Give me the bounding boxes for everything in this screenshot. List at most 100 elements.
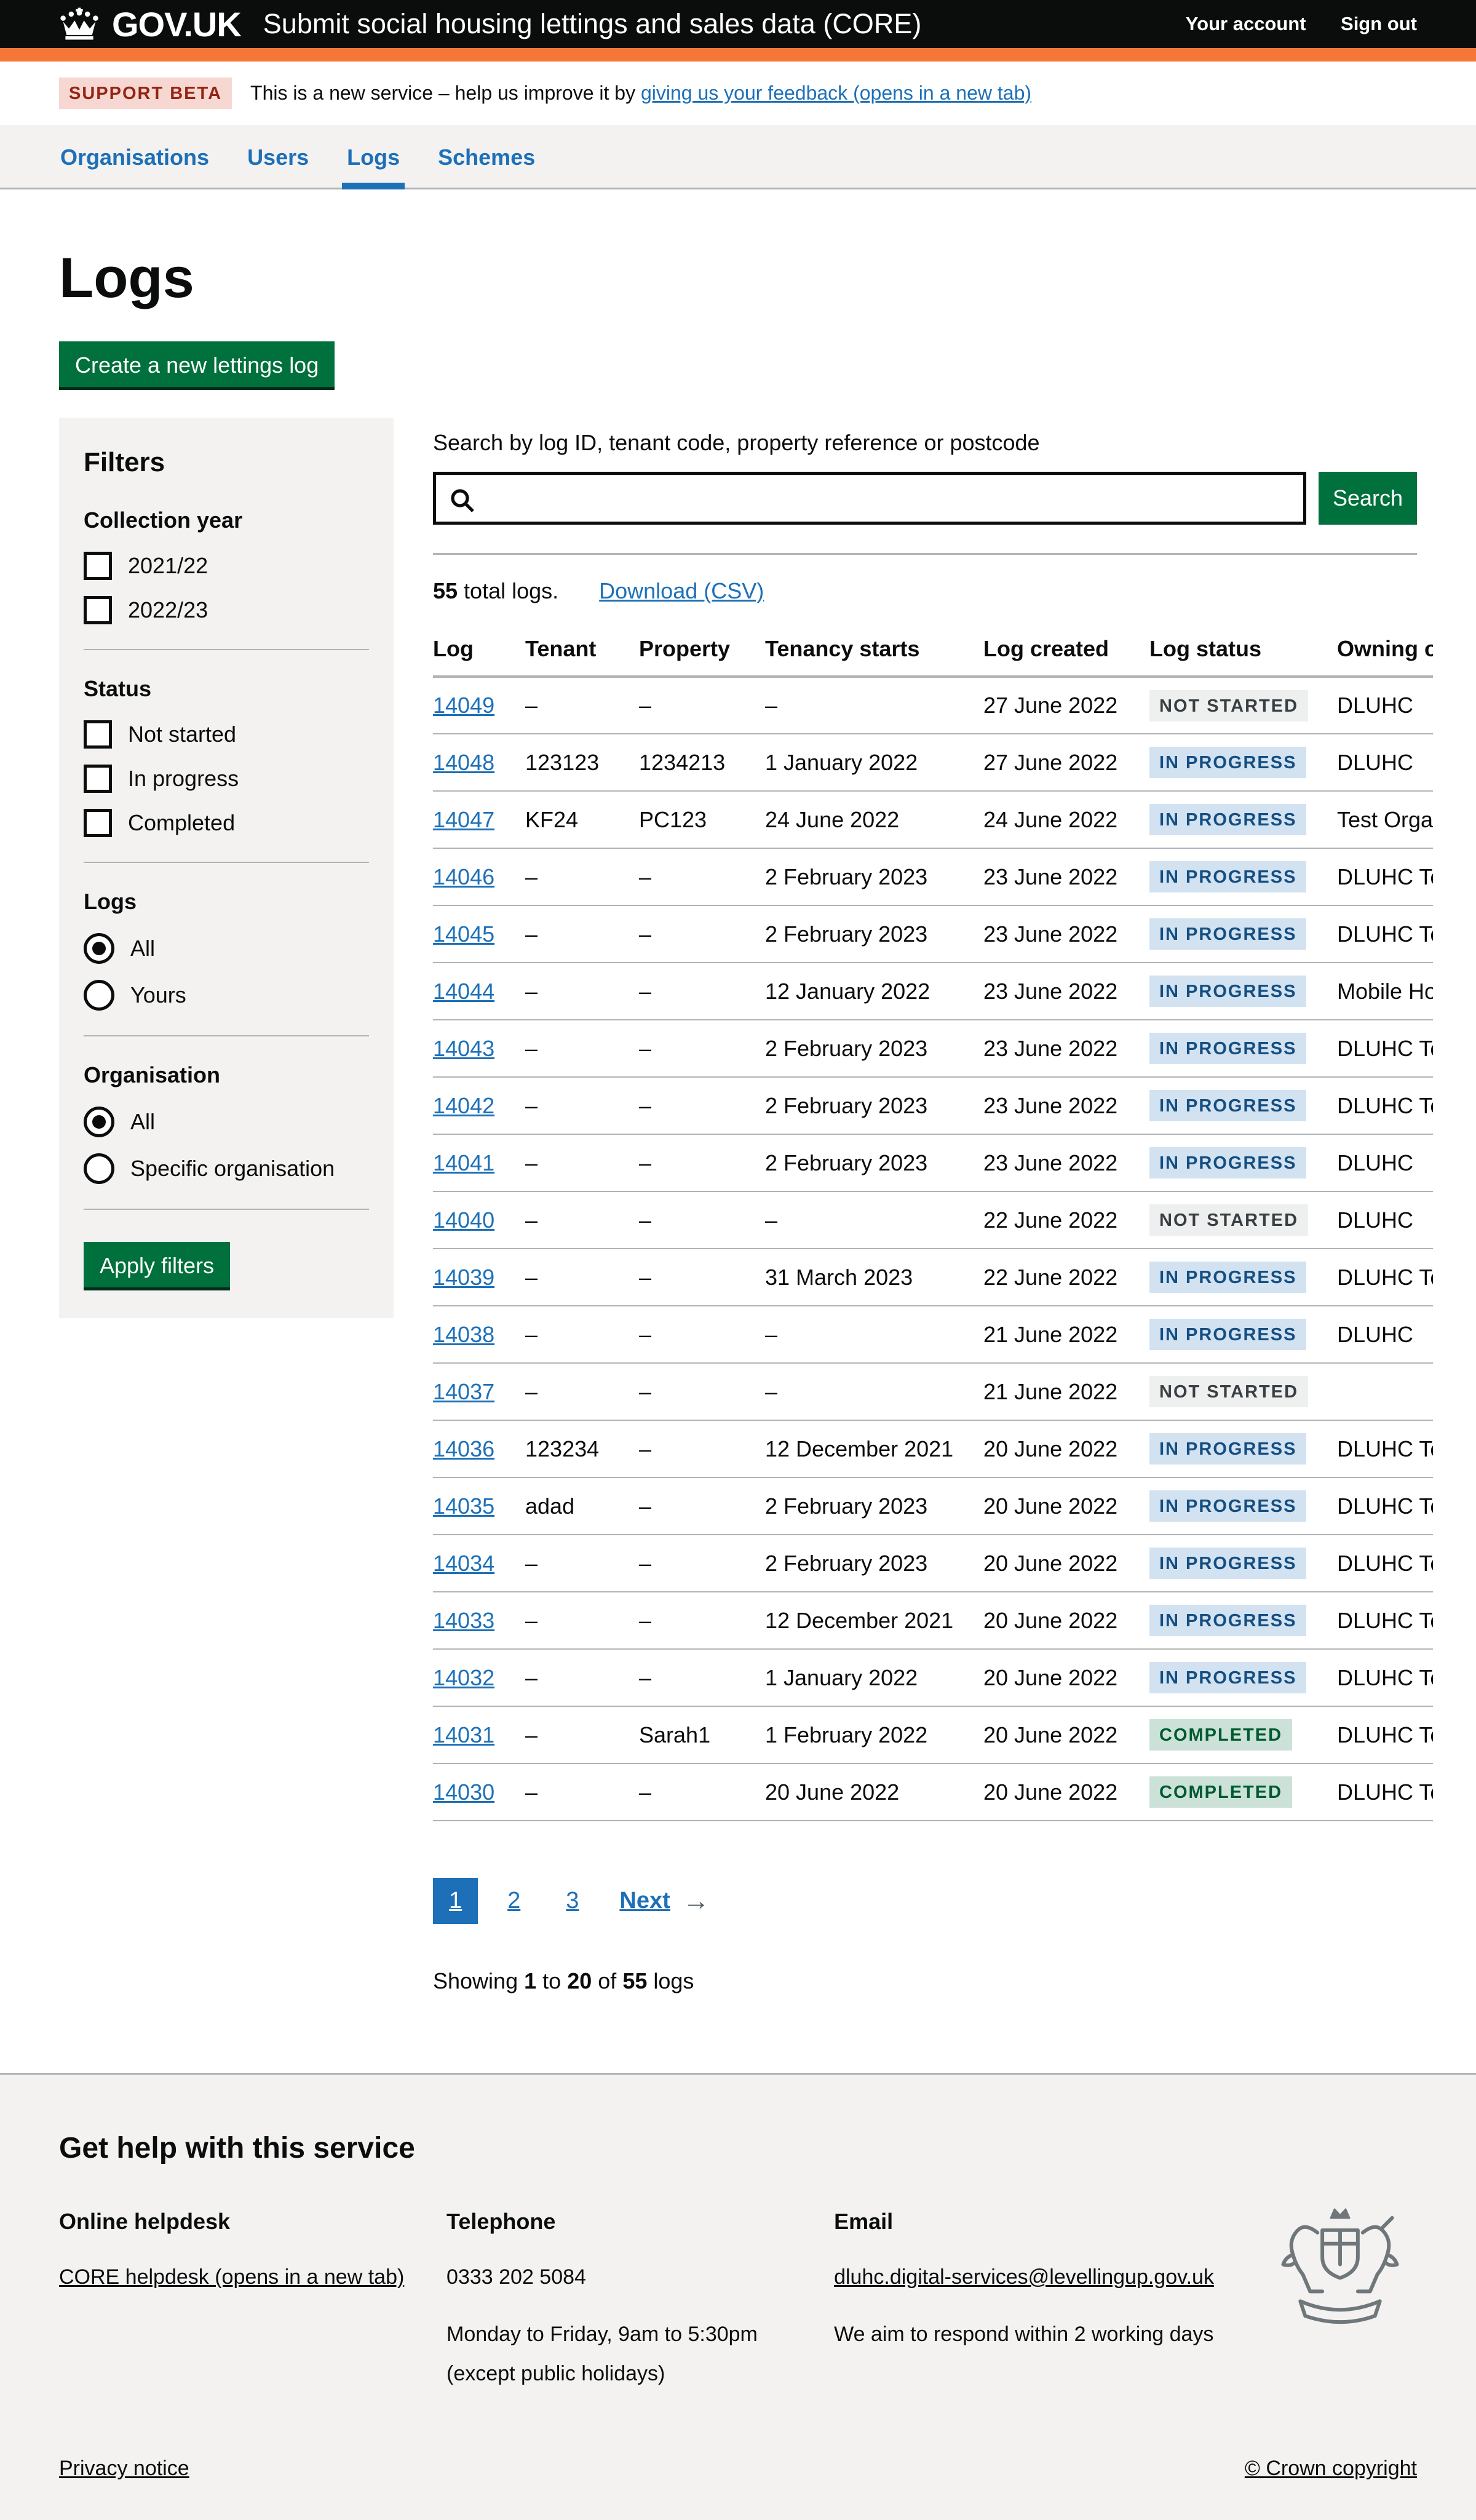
feedback-link[interactable]: giving us your feedback (opens in a new …: [641, 82, 1031, 104]
log-id-link[interactable]: 14048: [433, 750, 494, 775]
radio-label-specific-organisation[interactable]: Specific organisation: [130, 1156, 335, 1182]
radio-label-logs-yours[interactable]: Yours: [130, 982, 186, 1008]
log-id-link[interactable]: 14035: [433, 1493, 494, 1519]
crown-copyright-link[interactable]: © Crown copyright: [1245, 2457, 1417, 2481]
log-id-link[interactable]: 14044: [433, 979, 494, 1004]
log-id-link[interactable]: 14034: [433, 1551, 494, 1576]
status-badge: IN PROGRESS: [1149, 1319, 1306, 1350]
table-row: 14040 – – – 22 June 2022 NOT STARTED DLU…: [433, 1191, 1433, 1249]
pagination-next-link[interactable]: Next: [619, 1888, 670, 1914]
checkbox-label-in-progress[interactable]: In progress: [128, 766, 239, 792]
checkbox-label-completed[interactable]: Completed: [128, 810, 235, 836]
header-account-nav: Your account Sign out: [1154, 13, 1417, 35]
log-id-link[interactable]: 14049: [433, 693, 494, 718]
tenant-cell: –: [525, 1306, 639, 1363]
support-beta-tag: SUPPORT BETA: [59, 78, 232, 109]
log-id-link[interactable]: 14046: [433, 864, 494, 889]
results-count-suffix: total logs.: [458, 578, 558, 603]
phase-banner: SUPPORT BETA This is a new service – hel…: [0, 62, 1476, 125]
log-id-link[interactable]: 14042: [433, 1093, 494, 1118]
pagination-page-1[interactable]: 1: [433, 1878, 478, 1924]
nav-tab-schemes[interactable]: Schemes: [437, 125, 536, 188]
owning-organisation-cell: DLUHC Test: [1337, 1477, 1433, 1535]
owning-organisation-cell: DLUHC Test: [1337, 1763, 1433, 1821]
log-id-link[interactable]: 14041: [433, 1150, 494, 1175]
sign-out-link[interactable]: Sign out: [1341, 13, 1417, 34]
log-created-cell: 20 June 2022: [983, 1477, 1149, 1535]
privacy-notice-link[interactable]: Privacy notice: [59, 2457, 189, 2481]
nav-tab-logs[interactable]: Logs: [346, 125, 401, 188]
pagination-page-2[interactable]: 2: [491, 1878, 536, 1924]
nav-tab-organisations[interactable]: Organisations: [59, 125, 210, 188]
tenancy-starts-cell: 2 February 2023: [765, 1134, 983, 1191]
summary-to: 20: [567, 1968, 592, 1993]
summary-from: 1: [524, 1968, 536, 1993]
radio-logs-yours[interactable]: [84, 980, 114, 1011]
download-csv-link[interactable]: Download (CSV): [599, 578, 764, 604]
status-badge: NOT STARTED: [1149, 1376, 1308, 1407]
radio-specific-organisation[interactable]: [84, 1153, 114, 1184]
checkbox-label-not-started[interactable]: Not started: [128, 721, 236, 747]
table-row: 14041 – – 2 February 2023 23 June 2022 I…: [433, 1134, 1433, 1191]
table-row: 14033 – – 12 December 2021 20 June 2022 …: [433, 1592, 1433, 1649]
email-link[interactable]: dluhc.digital-services@levellingup.gov.u…: [834, 2265, 1214, 2289]
tenancy-starts-cell: –: [765, 677, 983, 734]
search-button[interactable]: Search: [1319, 472, 1417, 525]
radio-label-organisation-all[interactable]: All: [130, 1109, 155, 1135]
checkbox-2022-23[interactable]: [84, 596, 112, 624]
service-name-link[interactable]: Submit social housing lettings and sales…: [263, 8, 922, 40]
your-account-link[interactable]: Your account: [1186, 13, 1306, 34]
log-created-cell: 20 June 2022: [983, 1592, 1149, 1649]
govuk-logo[interactable]: GOV.UK: [112, 4, 241, 44]
tenant-cell: –: [525, 1077, 639, 1134]
col-header-log-status: Log status: [1149, 620, 1337, 677]
owning-organisation-cell: DLUHC: [1337, 677, 1433, 734]
property-cell: –: [639, 1763, 765, 1821]
property-cell: –: [639, 1134, 765, 1191]
log-id-link[interactable]: 14040: [433, 1207, 494, 1233]
log-id-link[interactable]: 14031: [433, 1722, 494, 1747]
checkbox-label-2022-23[interactable]: 2022/23: [128, 597, 208, 623]
table-row: 14048 123123 1234213 1 January 2022 27 J…: [433, 734, 1433, 791]
log-id-link[interactable]: 14045: [433, 921, 494, 947]
checkbox-label-2021-22[interactable]: 2021/22: [128, 553, 208, 579]
owning-organisation-cell: DLUHC Test: [1337, 1420, 1433, 1477]
status-badge: IN PROGRESS: [1149, 1433, 1306, 1465]
table-row: 14032 – – 1 January 2022 20 June 2022 IN…: [433, 1649, 1433, 1706]
owning-organisation-cell: DLUHC: [1337, 1191, 1433, 1249]
owning-organisation-cell: DLUHC: [1337, 1306, 1433, 1363]
log-created-cell: 23 June 2022: [983, 848, 1149, 905]
log-id-link[interactable]: 14037: [433, 1379, 494, 1404]
radio-logs-all[interactable]: [84, 933, 114, 964]
summary-total: 55: [622, 1968, 647, 1993]
checkbox-not-started[interactable]: [84, 720, 112, 749]
checkbox-in-progress[interactable]: [84, 765, 112, 793]
log-id-link[interactable]: 14039: [433, 1265, 494, 1290]
radio-label-logs-all[interactable]: All: [130, 936, 155, 961]
log-id-link[interactable]: 14047: [433, 807, 494, 832]
log-id-link[interactable]: 14033: [433, 1608, 494, 1633]
create-lettings-log-button[interactable]: Create a new lettings log: [59, 341, 335, 387]
nav-tab-users[interactable]: Users: [246, 125, 310, 188]
log-id-link[interactable]: 14038: [433, 1322, 494, 1347]
log-created-cell: 20 June 2022: [983, 1420, 1149, 1477]
status-badge: IN PROGRESS: [1149, 1090, 1306, 1121]
apply-filters-button[interactable]: Apply filters: [84, 1242, 230, 1287]
results-column: Search by log ID, tenant code, property …: [433, 418, 1417, 2073]
core-helpdesk-link[interactable]: CORE helpdesk (opens in a new tab): [59, 2265, 404, 2289]
pagination-page-3[interactable]: 3: [550, 1878, 595, 1924]
filter-group-organisation: Organisation All Specific organisation: [84, 1062, 369, 1184]
search-input[interactable]: [483, 477, 1298, 519]
log-id-link[interactable]: 14043: [433, 1036, 494, 1061]
status-badge: COMPLETED: [1149, 1776, 1292, 1808]
log-id-link[interactable]: 14030: [433, 1779, 494, 1805]
table-row: 14045 – – 2 February 2023 23 June 2022 I…: [433, 905, 1433, 963]
log-id-link[interactable]: 14032: [433, 1665, 494, 1690]
radio-organisation-all[interactable]: [84, 1107, 114, 1137]
checkbox-completed[interactable]: [84, 809, 112, 837]
status-badge: IN PROGRESS: [1149, 1147, 1306, 1179]
checkbox-2021-22[interactable]: [84, 552, 112, 580]
table-header-row: Log Tenant Property Tenancy starts Log c…: [433, 620, 1433, 677]
log-id-link[interactable]: 14036: [433, 1436, 494, 1461]
log-created-cell: 21 June 2022: [983, 1306, 1149, 1363]
